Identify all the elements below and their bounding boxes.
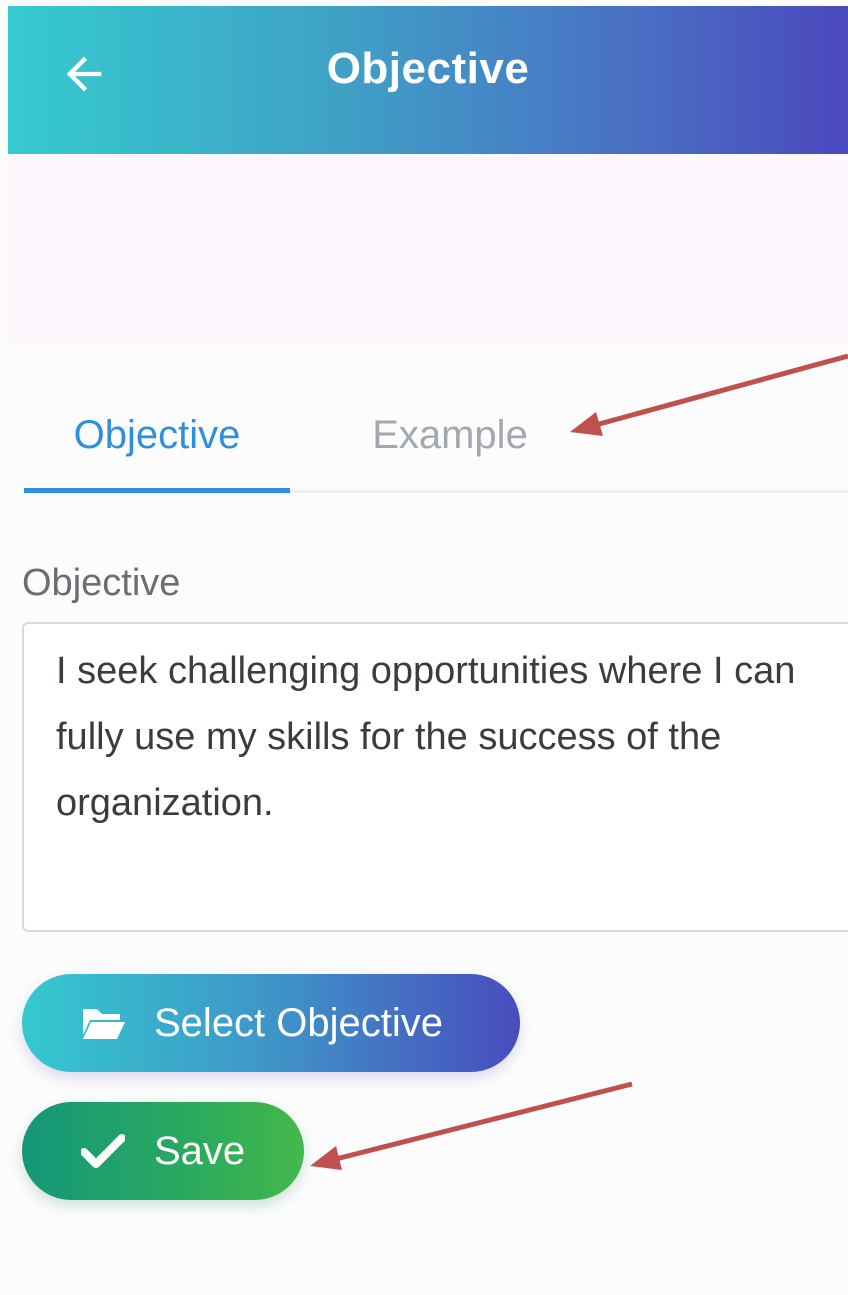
objective-screen: Objective Objective Example Objective I … <box>0 0 848 1295</box>
banner-area <box>8 154 848 344</box>
annotation-arrow-save-button <box>310 1081 633 1170</box>
app-bar: Objective <box>8 6 848 154</box>
objective-field-label: Objective <box>22 562 181 604</box>
select-objective-label: Select Objective <box>154 1000 444 1045</box>
tab-example[interactable]: Example <box>330 380 570 490</box>
tab-objective[interactable]: Objective <box>24 380 290 493</box>
tab-bar: Objective Example <box>24 380 848 493</box>
arrow-left-icon <box>66 56 102 92</box>
save-button[interactable]: Save <box>22 1102 304 1200</box>
select-objective-button[interactable]: Select Objective <box>22 974 520 1072</box>
back-button[interactable] <box>48 38 120 110</box>
check-icon <box>78 1126 128 1176</box>
objective-textarea[interactable]: I seek challenging opportunities where I… <box>22 622 848 932</box>
page-title: Objective <box>326 44 530 93</box>
folder-open-icon <box>78 998 128 1048</box>
save-label: Save <box>154 1128 246 1173</box>
